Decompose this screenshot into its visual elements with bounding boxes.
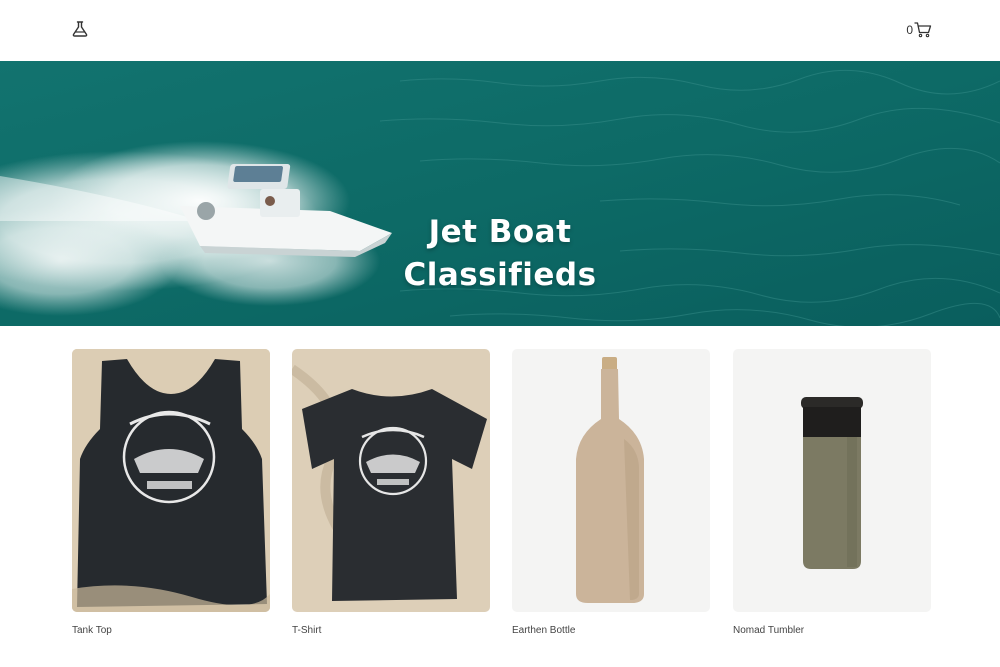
product-card-earthen-bottle[interactable]: Earthen Bottle — [512, 349, 710, 636]
product-title: Tank Top — [72, 625, 112, 636]
flask-icon — [72, 21, 88, 37]
product-title: T-Shirt — [292, 625, 322, 636]
product-image-earthen-bottle — [512, 349, 710, 612]
hero-banner: Jet Boat Classifieds — [0, 61, 1000, 326]
cart-icon — [914, 22, 932, 38]
product-card-nomad-tumbler[interactable]: Nomad Tumbler — [733, 349, 931, 636]
product-image-nomad-tumbler — [733, 349, 931, 612]
product-grid: Tank Top T-Shirt Earthen Bottle Nomad Tu… — [72, 349, 931, 649]
product-card-t-shirt[interactable]: T-Shirt — [292, 349, 490, 636]
cart-count: 0 — [906, 23, 913, 37]
cart-button[interactable]: 0 — [906, 20, 932, 40]
hero-title-line-1: Jet Boat — [428, 214, 572, 250]
site-header: 0 — [0, 0, 1000, 61]
product-image-t-shirt — [292, 349, 490, 612]
hero-title-line-2: Classifieds — [403, 257, 597, 293]
product-card-tank-top[interactable]: Tank Top — [72, 349, 270, 636]
logo-link[interactable] — [70, 19, 90, 39]
product-title: Nomad Tumbler — [733, 625, 805, 636]
product-title: Earthen Bottle — [512, 625, 576, 636]
product-image-tank-top — [72, 349, 270, 612]
hero-title: Jet Boat Classifieds — [300, 211, 700, 297]
